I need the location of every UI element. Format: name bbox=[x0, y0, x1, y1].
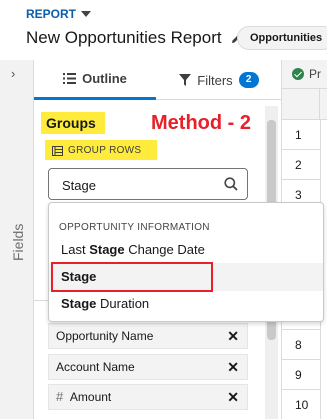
option-text-before: Last bbox=[61, 242, 90, 257]
report-header: REPORT New Opportunities Report Opportun… bbox=[0, 0, 327, 60]
method-annotation: Method - 2 bbox=[151, 112, 251, 134]
chevron-right-icon[interactable]: › bbox=[11, 66, 15, 81]
dropdown-section-heading: OPPORTUNITY INFORMATION bbox=[59, 222, 210, 233]
option-text-match: Stage bbox=[89, 242, 125, 257]
report-title-text: New Opportunities Report bbox=[26, 28, 222, 47]
report-type-pill: Opportunities bbox=[237, 26, 327, 50]
tab-filters[interactable]: Filters 2 bbox=[156, 60, 282, 100]
preview-tab-label: Pr bbox=[309, 67, 321, 81]
fields-rail-label-wrap: Fields bbox=[4, 194, 26, 261]
remove-column-icon[interactable]: ✕ bbox=[227, 355, 239, 379]
group-search-dropdown: OPPORTUNITY INFORMATION Last Stage Chang… bbox=[48, 202, 324, 322]
number-field-icon: # bbox=[56, 389, 64, 404]
annotation-highlight-box bbox=[51, 262, 213, 292]
list-icon bbox=[63, 73, 77, 84]
option-text-after: Duration bbox=[96, 296, 150, 311]
option-text-match: Stage bbox=[61, 296, 97, 311]
row-number-cell: 10 bbox=[282, 390, 320, 419]
report-type-menu[interactable]: REPORT bbox=[26, 7, 92, 21]
option-text-after: Change Date bbox=[124, 242, 205, 257]
row-number-cell: 8 bbox=[282, 330, 320, 360]
filter-icon bbox=[179, 74, 192, 86]
row-number-cell: 9 bbox=[282, 360, 320, 390]
dropdown-option[interactable]: Last Stage Change Date bbox=[49, 236, 323, 264]
tab-outline[interactable]: Outline bbox=[34, 60, 156, 100]
column-chip[interactable]: Account Name ✕ bbox=[48, 354, 248, 380]
preview-tab[interactable]: Pr bbox=[282, 60, 327, 89]
report-label: REPORT bbox=[26, 7, 77, 21]
table-header bbox=[282, 89, 327, 120]
tab-outline-label: Outline bbox=[82, 71, 127, 86]
group-rows-icon bbox=[52, 145, 63, 156]
fields-rail[interactable]: › Fields bbox=[0, 60, 34, 419]
remove-column-icon[interactable]: ✕ bbox=[227, 324, 239, 348]
filters-count-badge: 2 bbox=[238, 72, 259, 88]
row-number-cell: 2 bbox=[282, 150, 320, 180]
fields-rail-label: Fields bbox=[10, 223, 26, 261]
row-number-cell: 1 bbox=[282, 120, 320, 150]
groups-heading: Groups bbox=[46, 115, 96, 131]
report-title: New Opportunities Report bbox=[26, 28, 243, 48]
column-chip[interactable]: Opportunity Name ✕ bbox=[48, 323, 248, 349]
column-chip-label: Amount bbox=[69, 390, 112, 404]
remove-column-icon[interactable]: ✕ bbox=[227, 385, 239, 409]
group-search-value: Stage bbox=[62, 178, 96, 193]
group-rows-text: GROUP ROWS bbox=[68, 145, 142, 156]
column-chip[interactable]: # Amount ✕ bbox=[48, 384, 248, 410]
search-icon[interactable] bbox=[224, 177, 238, 191]
dropdown-option[interactable]: Stage Duration bbox=[49, 290, 323, 318]
column-chip-label: Opportunity Name bbox=[56, 329, 154, 343]
group-rows-label: GROUP ROWS bbox=[52, 145, 141, 156]
caret-down-icon[interactable] bbox=[81, 11, 92, 17]
tab-filters-label: Filters bbox=[197, 72, 233, 88]
group-search-input[interactable]: Stage bbox=[48, 168, 248, 200]
check-circle-icon bbox=[292, 68, 304, 80]
column-chip-label: Account Name bbox=[56, 360, 135, 374]
panel-tabs: Outline Filters 2 bbox=[34, 60, 282, 100]
